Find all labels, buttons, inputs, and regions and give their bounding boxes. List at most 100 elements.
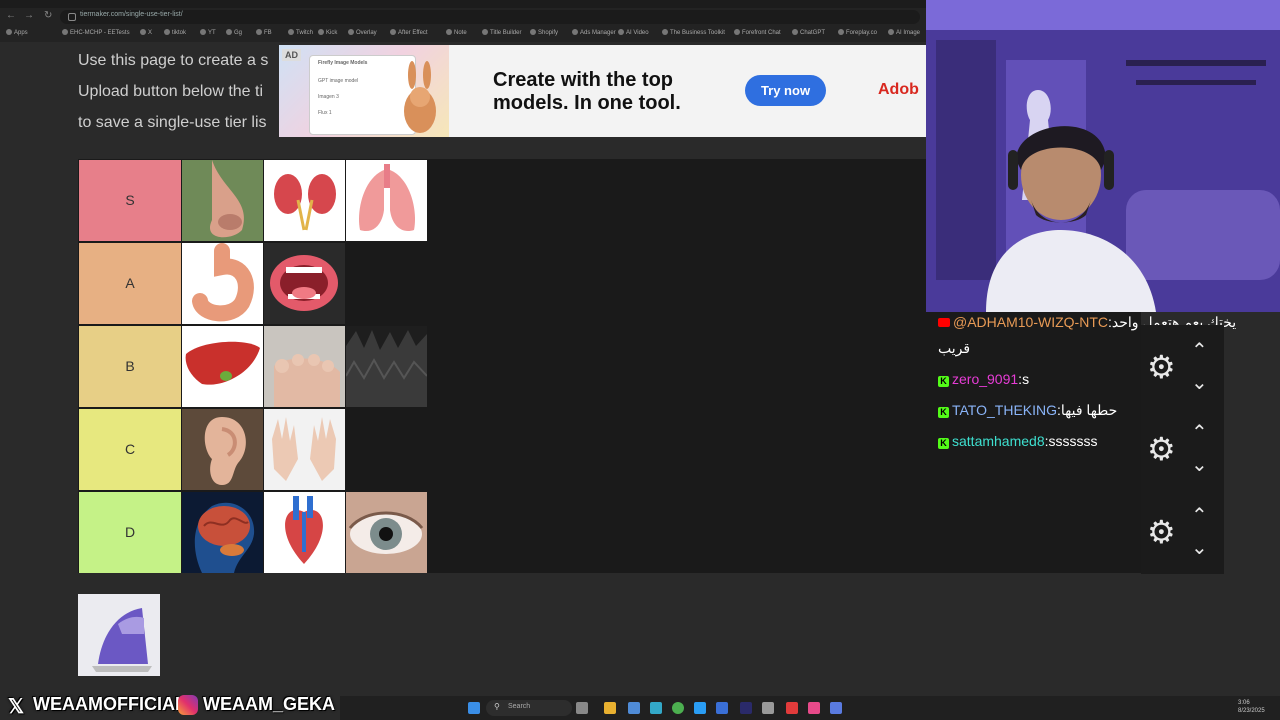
bookmark-item[interactable]: The Business Toolkit (662, 29, 725, 36)
bookmark-item[interactable]: Note (446, 29, 467, 36)
bookmark-item[interactable]: tiktok (164, 29, 186, 36)
forward-icon[interactable]: → (24, 10, 34, 21)
back-icon[interactable]: ← (6, 10, 16, 21)
tier-item-eye[interactable] (346, 492, 427, 573)
site-info-icon[interactable] (68, 13, 76, 21)
app-icon[interactable] (786, 702, 798, 714)
tier-label[interactable]: D (79, 492, 181, 573)
bookmark-item[interactable]: Overlay (348, 29, 377, 36)
edge-icon[interactable] (650, 702, 662, 714)
bookmark-label: FB (264, 30, 272, 36)
bookmark-favicon-icon (164, 29, 170, 35)
mouth-image (264, 243, 345, 324)
app-icon[interactable] (830, 702, 842, 714)
gear-icon[interactable]: ⚙ (1147, 516, 1176, 548)
tier-item-nose[interactable] (182, 160, 263, 241)
social-handles-overlay: 𝕏 WEAAMOFFICIAL WEAAM_GEKA (0, 692, 340, 720)
tier-item-mouth[interactable] (264, 243, 345, 324)
start-icon[interactable] (468, 702, 480, 714)
premiere-icon[interactable] (740, 702, 752, 714)
bookmark-item[interactable]: ChatGPT (792, 29, 825, 36)
app-icon[interactable] (808, 702, 820, 714)
bookmark-item[interactable]: Foreplay.co (838, 29, 877, 36)
gear-icon[interactable]: ⚙ (1147, 433, 1176, 465)
reload-icon[interactable]: ↻ (44, 10, 52, 21)
advertisement-banner[interactable]: Firefly Image Models GPT image model Ima… (279, 45, 926, 137)
tier-label[interactable]: S (79, 160, 181, 241)
try-now-button[interactable]: Try now (745, 75, 826, 106)
chat-text: sssssss (1048, 433, 1098, 449)
bookmark-label: Forefront Chat (742, 30, 781, 36)
gear-icon[interactable]: ⚙ (1147, 351, 1176, 383)
rabbit-illustration (404, 61, 436, 133)
bookmark-favicon-icon (226, 29, 232, 35)
tier-item-lungs[interactable] (346, 160, 427, 241)
windows-taskbar: ⚲ Search 3:06 8/23/2025 (340, 696, 1280, 720)
youtube-icon (938, 318, 950, 327)
tier-label[interactable]: A (79, 243, 181, 324)
bookmark-favicon-icon (792, 29, 798, 35)
bookmark-item[interactable]: Ads Manager (572, 29, 616, 36)
bookmark-item[interactable]: Title Builder (482, 29, 521, 36)
bookmark-favicon-icon (482, 29, 488, 35)
bookmark-item[interactable]: Shopify (530, 29, 558, 36)
bookmark-item[interactable]: AI Image (888, 29, 920, 36)
ad-badge: AD (282, 49, 301, 61)
bookmark-item[interactable]: Gg (226, 29, 242, 36)
app-icon[interactable] (628, 702, 640, 714)
url-field[interactable]: tiermaker.com/single-use-tier-list/ (60, 10, 920, 24)
app-icon[interactable] (762, 702, 774, 714)
streamer-webcam-image (926, 0, 1280, 312)
chevron-up-icon[interactable]: ⌃ (1191, 506, 1208, 526)
tier-item-hair[interactable] (346, 326, 427, 407)
tier-label[interactable]: C (79, 409, 181, 490)
bookmark-favicon-icon (6, 29, 12, 35)
bookmark-favicon-icon (662, 29, 668, 35)
task-view-icon[interactable] (576, 702, 588, 714)
x-logo-icon: 𝕏 (8, 696, 25, 718)
chat-text: حطها فيها (1060, 402, 1118, 418)
bookmark-item[interactable]: Apps (6, 29, 28, 36)
ad-mock-row: Imagen 3 (318, 94, 339, 100)
tier-item-kidneys[interactable] (264, 160, 345, 241)
tier-item-hands[interactable] (264, 409, 345, 490)
bookmark-item[interactable]: FB (256, 29, 272, 36)
ad-headline: Create with the top models. In one tool. (493, 69, 681, 114)
bookmark-item[interactable]: X (140, 29, 152, 36)
taskbar-search[interactable]: ⚲ Search (486, 700, 572, 716)
bookmark-item[interactable]: Forefront Chat (734, 29, 781, 36)
file-explorer-icon[interactable] (604, 702, 616, 714)
webcam-feed (926, 0, 1280, 312)
chevron-down-icon[interactable]: ⌄ (1191, 455, 1208, 475)
tier-item-stomach[interactable] (182, 243, 263, 324)
ad-image: Firefly Image Models GPT image model Ima… (279, 45, 449, 137)
bookmarks-bar: Apps EHC-MCHP - EETests Xtiktok YT Gg FB Twitc… (0, 26, 926, 43)
tier-item-heart[interactable] (264, 492, 345, 573)
bookmark-item[interactable]: Twitch (288, 29, 313, 36)
chevron-down-icon[interactable]: ⌄ (1191, 538, 1208, 558)
intro-text-line: Use this page to create a s (78, 52, 269, 69)
tier-item-brain[interactable] (182, 492, 263, 573)
bookmark-label: The Business Toolkit (670, 30, 725, 36)
bookmark-item[interactable]: Kick (318, 29, 337, 36)
pool-item-clothes-iron[interactable] (78, 594, 160, 676)
bookmark-label: After Effect (398, 30, 428, 36)
app-icon[interactable] (716, 702, 728, 714)
chevron-up-icon[interactable]: ⌃ (1191, 423, 1208, 443)
bookmark-item[interactable]: YT (200, 29, 216, 36)
tier-item-liver[interactable] (182, 326, 263, 407)
tier-item-ear[interactable] (182, 409, 263, 490)
bookmark-item[interactable]: EHC-MCHP - EETests (62, 29, 130, 36)
system-clock[interactable]: 3:06 8/23/2025 (1238, 699, 1265, 715)
chat-message: Kzero_9091:s (938, 371, 1029, 387)
bookmark-item[interactable]: After Effect (390, 29, 428, 36)
chevron-up-icon[interactable]: ⌃ (1191, 341, 1208, 361)
chevron-down-icon[interactable]: ⌄ (1191, 373, 1208, 393)
app-icon[interactable] (694, 702, 706, 714)
nose-image (182, 160, 263, 241)
bookmark-item[interactable]: AI Video (618, 29, 649, 36)
tier-label[interactable]: B (79, 326, 181, 407)
tier-item-toes[interactable] (264, 326, 345, 407)
chrome-icon[interactable] (672, 702, 684, 714)
instagram-handle: WEAAM_GEKA (203, 694, 336, 714)
